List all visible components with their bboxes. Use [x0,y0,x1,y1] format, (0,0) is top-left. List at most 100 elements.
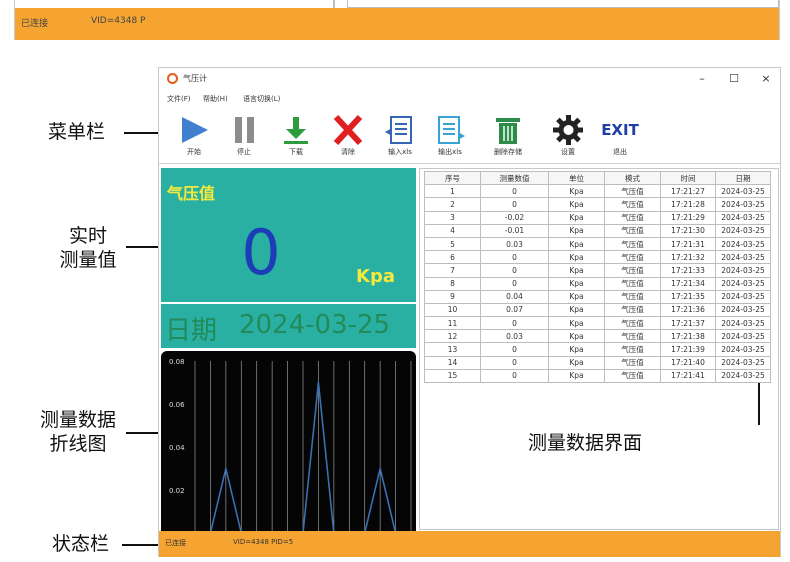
table-cell: Kpa [548,250,605,265]
table-cell: 17:21:32 [660,250,716,265]
table-cell: 8 [424,276,481,291]
col-index[interactable]: 序号 [424,170,481,186]
annotation-realtime-line2: 测量值 [59,249,117,271]
annotation-realtime: 实时 测量值 [48,224,128,272]
strip-vid-text: VID=4348 P [91,16,146,26]
chart-y-tick-label: 0.08 [169,358,185,366]
menu-help[interactable]: 帮助(H) [203,94,228,104]
table-cell: 17:21:33 [660,263,716,278]
table-cell: 0 [480,368,549,384]
table-cell: 气压值 [604,197,661,212]
table-row[interactable]: 3 -0.02 Kpa 气压值 17:21:29 2024-03-25 [424,210,771,225]
delete-storage-button[interactable]: 删除存储 [485,114,531,160]
strip-input-box [347,0,779,8]
previous-window-strip: 已连接 VID=4348 P [14,0,780,40]
table-cell: 0 [480,184,549,199]
table-cell: 17:21:38 [660,329,716,344]
menu-file[interactable]: 文件(F) [167,94,191,104]
start-label: 开始 [187,148,201,156]
table-cell: 17:21:27 [660,184,716,199]
gear-icon [553,115,583,145]
table-cell: 17:21:40 [660,355,716,370]
annotation-data-view: 测量数据界面 [528,432,643,454]
exit-button[interactable]: EXIT 退出 [597,114,643,160]
table-cell: 0 [480,197,549,212]
table-cell: 气压值 [604,289,661,304]
table-cell: 气压值 [604,223,661,238]
table-cell: 17:21:31 [660,236,716,252]
table-row[interactable]: 11 0 Kpa 气压值 17:21:37 2024-03-25 [424,316,771,331]
table-cell: Kpa [548,184,605,199]
chart-y-tick-label: 0.06 [169,401,185,409]
table-row[interactable]: 9 0.04 Kpa 气压值 17:21:35 2024-03-25 [424,289,771,304]
download-label: 下载 [289,148,303,156]
table-cell: 5 [424,236,481,252]
realtime-reading-panel: 气压值 0 Kpa [161,168,416,302]
title-bar: 气压计 – ☐ × [159,68,780,90]
close-button[interactable]: × [757,71,775,87]
table-cell: 17:21:29 [660,210,716,225]
col-date[interactable]: 日期 [715,170,771,186]
table-row[interactable]: 1 0 Kpa 气压值 17:21:27 2024-03-25 [424,184,771,199]
table-row[interactable]: 13 0 Kpa 气压值 17:21:39 2024-03-25 [424,342,771,357]
export-xls-button[interactable]: 输出xls [427,114,473,160]
settings-button[interactable]: 设置 [545,114,591,160]
col-value[interactable]: 测量数值 [480,170,549,186]
table-row[interactable]: 8 0 Kpa 气压值 17:21:34 2024-03-25 [424,276,771,291]
maximize-button[interactable]: ☐ [725,71,743,87]
table-cell: 2024-03-25 [715,316,771,331]
col-time[interactable]: 时间 [660,170,716,186]
connection-status: 已连接 [165,539,186,547]
start-button[interactable]: 开始 [171,114,217,160]
chart-svg: 0.08 0.06 0.04 0.02 [169,358,412,531]
table-cell: 17:21:39 [660,342,716,357]
table-row[interactable]: 5 0.03 Kpa 气压值 17:21:31 2024-03-25 [424,236,771,252]
table-cell: 17:21:41 [660,368,716,384]
table-cell: Kpa [548,342,605,357]
table-cell: 9 [424,289,481,304]
table-cell: 17:21:34 [660,276,716,291]
annotation-realtime-line1: 实时 [68,225,107,247]
reading-value: 0 [241,216,281,289]
table-cell: 气压值 [604,263,661,278]
gauge-icon [167,73,178,84]
measurement-table: 序号 测量数值 单位 模式 时间 日期 1 0 Kpa 气压值 17:21:27 2024… [424,170,771,384]
table-cell: 12 [424,329,481,344]
annotation-status-bar-line [122,544,162,546]
table-cell: 15 [424,368,481,384]
table-row[interactable]: 14 0 Kpa 气压值 17:21:40 2024-03-25 [424,355,771,370]
table-row[interactable]: 10 0.07 Kpa 气压值 17:21:36 2024-03-25 [424,302,771,318]
clear-label: 清除 [341,148,355,156]
table-cell: Kpa [548,197,605,212]
table-cell: 气压值 [604,342,661,357]
col-unit[interactable]: 单位 [548,170,605,186]
import-xls-button[interactable]: 输入xls [377,114,423,160]
table-cell: 气压值 [604,329,661,344]
table-row[interactable]: 2 0 Kpa 气压值 17:21:28 2024-03-25 [424,197,771,212]
col-mode[interactable]: 模式 [604,170,661,186]
table-row[interactable]: 6 0 Kpa 气压值 17:21:32 2024-03-25 [424,250,771,265]
table-row[interactable]: 15 0 Kpa 气压值 17:21:41 2024-03-25 [424,368,771,384]
menu-language[interactable]: 语言切换(L) [243,94,280,104]
date-panel: 日期 2024-03-25 [161,304,416,348]
clear-button[interactable]: 清除 [325,114,371,160]
table-row[interactable]: 7 0 Kpa 气压值 17:21:33 2024-03-25 [424,263,771,278]
stop-label: 停止 [237,148,251,156]
table-cell: 气压值 [604,184,661,199]
trash-icon [496,118,520,144]
pause-icon [235,117,254,143]
table-cell: 6 [424,250,481,265]
table-row[interactable]: 4 -0.01 Kpa 气压值 17:21:30 2024-03-25 [424,223,771,238]
table-cell: 13 [424,342,481,357]
download-button[interactable]: 下载 [273,114,319,160]
table-row[interactable]: 12 0.03 Kpa 气压值 17:21:38 2024-03-25 [424,329,771,344]
stop-button[interactable]: 停止 [221,114,267,160]
table-cell: Kpa [548,236,605,252]
export-xls-label: 输出xls [438,148,462,156]
chart-point [225,467,227,470]
minimize-button[interactable]: – [693,71,711,87]
table-cell: 2024-03-25 [715,276,771,291]
table-cell: Kpa [548,223,605,238]
measurement-line-chart: 0.08 0.06 0.04 0.02 [161,351,416,531]
table-cell: Kpa [548,355,605,370]
